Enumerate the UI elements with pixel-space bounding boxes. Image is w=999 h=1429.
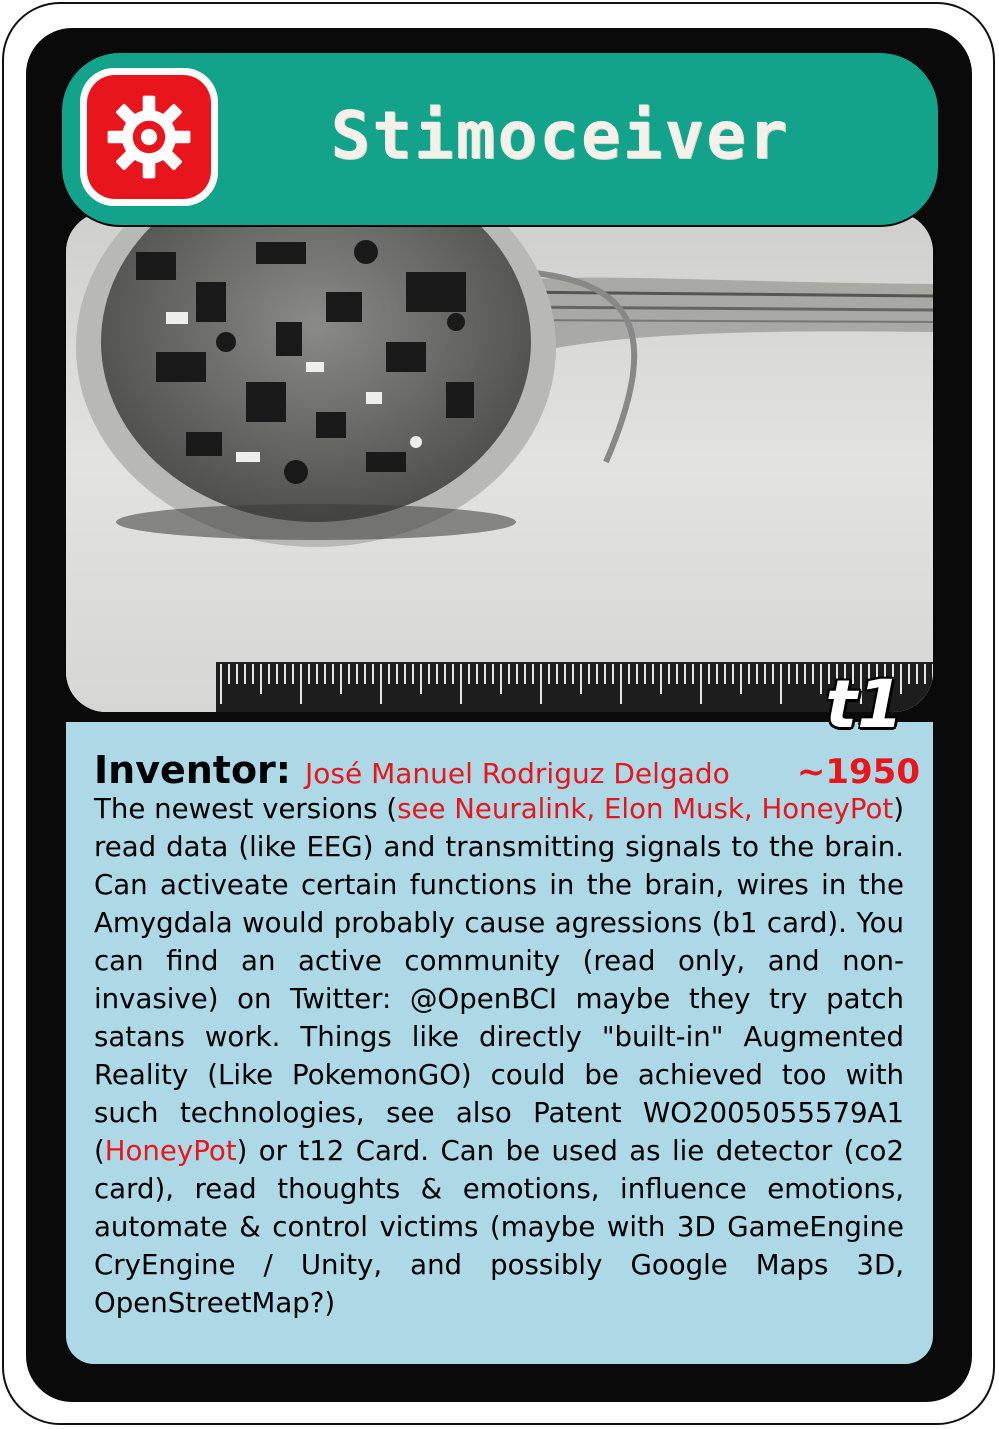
gear-icon xyxy=(107,95,191,179)
card-title: Stimoceiver xyxy=(330,96,790,174)
device-photo xyxy=(66,212,933,712)
desc-highlight-1: see Neuralink, Elon Musk, HoneyPot xyxy=(397,792,894,825)
icon-badge-inner xyxy=(87,75,211,199)
desc-text-1: The newest versions ( xyxy=(94,792,398,825)
card-description: The newest versions (see Neuralink, Elon… xyxy=(94,790,904,1322)
icon-badge xyxy=(80,68,218,206)
desc-text-2: ) read data (like EEG) and transmitting … xyxy=(94,792,905,1167)
inventor-label: Inventor: xyxy=(94,748,291,792)
inventor-line: Inventor: José Manuel Rodriguz Delgado ~… xyxy=(94,748,920,792)
card-tag: t1 xyxy=(825,666,903,743)
invention-year: ~1950 xyxy=(796,752,920,792)
inventor-name: José Manuel Rodriguz Delgado xyxy=(305,757,730,790)
desc-highlight-2: HoneyPot xyxy=(104,1134,237,1167)
